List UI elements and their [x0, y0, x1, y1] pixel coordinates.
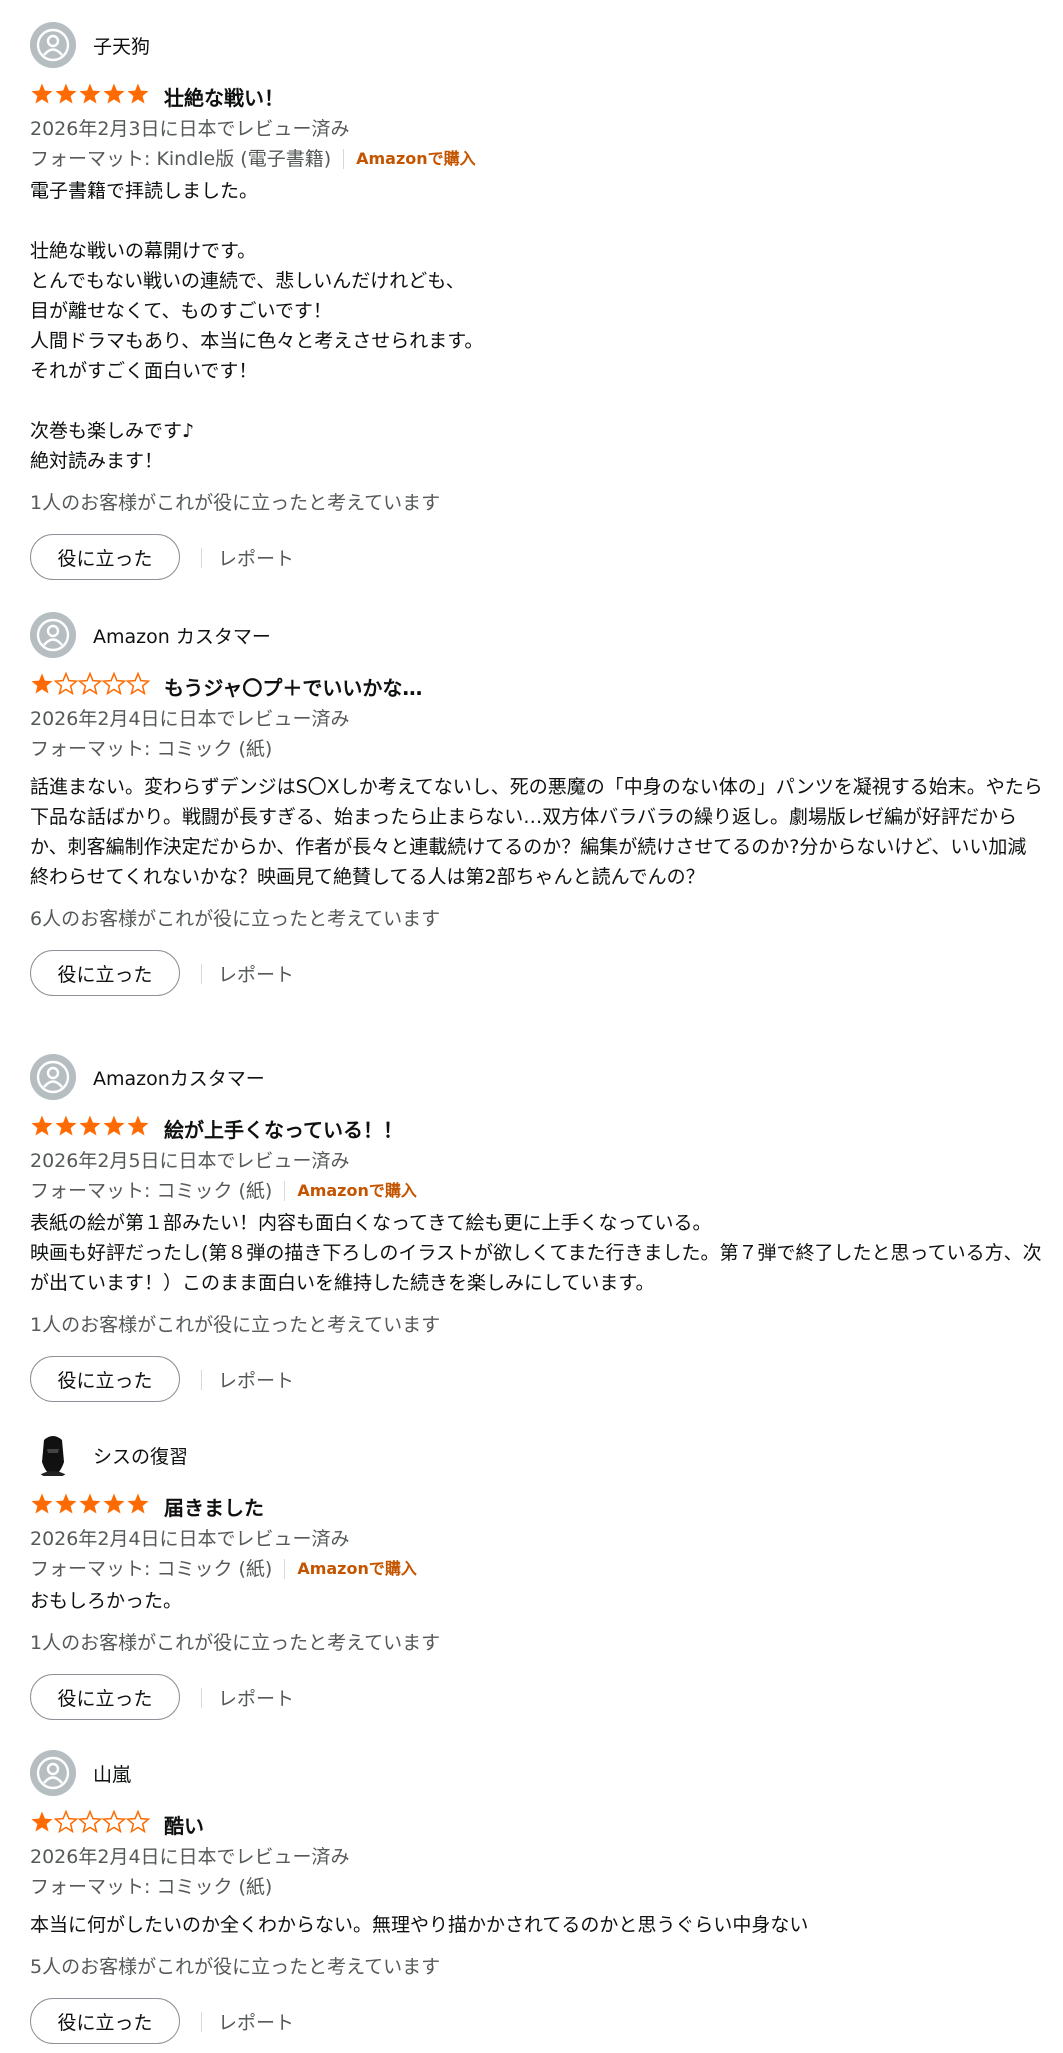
star-rating[interactable]: [30, 82, 150, 106]
reviewer-profile[interactable]: シスの復習: [30, 1432, 1045, 1484]
review-title[interactable]: 壮絶な戦い！: [164, 82, 284, 111]
review-title[interactable]: 酷い: [164, 1810, 204, 1839]
star-rating[interactable]: [30, 1114, 150, 1138]
reviewer-profile[interactable]: Amazonカスタマー: [30, 1054, 1045, 1106]
review-title[interactable]: 絵が上手くなっている！！: [164, 1114, 403, 1143]
review-title[interactable]: 届きました: [164, 1492, 264, 1521]
star-filled-icon: [31, 1115, 53, 1136]
star-empty-icon: [126, 1810, 150, 1834]
helpful-button[interactable]: 役に立った: [30, 1674, 180, 1720]
star-filled-icon: [103, 83, 125, 104]
report-link[interactable]: レポート: [218, 1366, 294, 1393]
star-filled-icon: [79, 83, 101, 104]
star-filled-icon: [103, 1115, 125, 1136]
review-format[interactable]: フォーマット: コミック (紙): [30, 1554, 272, 1584]
reviewer-profile[interactable]: 子天狗: [30, 22, 1045, 74]
star-empty-icon: [102, 1810, 126, 1834]
verified-purchase-badge: Amazonで購入: [297, 1181, 417, 1200]
review-body: 表紙の絵が第１部みたい！内容も面白くなってきて絵も更に上手くなっている。 映画も…: [30, 1212, 1042, 1294]
divider: [284, 1181, 286, 1201]
report-link[interactable]: レポート: [218, 544, 294, 571]
star-empty-icon: [126, 672, 150, 696]
custom-avatar-icon: [30, 1432, 76, 1478]
divider: [201, 1688, 202, 1708]
report-link[interactable]: レポート: [218, 1684, 294, 1711]
report-link[interactable]: レポート: [218, 2008, 294, 2035]
star-empty-icon: [102, 672, 126, 696]
review-date: 2026年2月3日に日本でレビュー済み: [30, 118, 350, 140]
review-title[interactable]: もうジャ〇プ＋でいいかな…: [164, 672, 422, 701]
default-avatar-icon: [30, 1054, 76, 1100]
star-filled-icon: [55, 83, 77, 104]
star-filled-icon: [103, 1493, 125, 1514]
review-format[interactable]: フォーマット: コミック (紙): [30, 1176, 272, 1206]
helpful-button[interactable]: 役に立った: [30, 534, 180, 580]
star-rating[interactable]: [30, 672, 150, 696]
star-empty-icon: [54, 672, 78, 696]
star-rating[interactable]: [30, 1810, 150, 1834]
review: 子天狗 壮絶な戦い！ 2026年2月3日に日本でレビュー済み フォーマット: K…: [30, 22, 1045, 584]
star-filled-icon: [127, 1115, 149, 1136]
reviewer-name[interactable]: 山嵐: [93, 1760, 131, 1787]
star-rating[interactable]: [30, 1492, 150, 1516]
star-filled-icon: [55, 1493, 77, 1514]
review-date: 2026年2月5日に日本でレビュー済み: [30, 1150, 350, 1172]
reviewer-name[interactable]: 子天狗: [93, 32, 150, 59]
divider: [201, 1370, 202, 1390]
reviewer-name[interactable]: Amazon カスタマー: [93, 622, 271, 649]
review-date: 2026年2月4日に日本でレビュー済み: [30, 708, 350, 730]
reviewer-profile[interactable]: 山嵐: [30, 1750, 1045, 1802]
review: 山嵐 酷い 2026年2月4日に日本でレビュー済み フォーマット: コミック (…: [30, 1750, 1045, 2048]
star-empty-icon: [78, 672, 102, 696]
helpful-button[interactable]: 役に立った: [30, 950, 180, 996]
review: Amazonカスタマー 絵が上手くなっている！！ 2026年2月5日に日本でレビ…: [30, 1054, 1045, 1406]
divider: [201, 548, 202, 568]
star-filled-icon: [127, 1493, 149, 1514]
report-link[interactable]: レポート: [218, 960, 294, 987]
star-empty-icon: [78, 1810, 102, 1834]
review-date: 2026年2月4日に日本でレビュー済み: [30, 1846, 350, 1868]
review-body: 話進まない。変わらずデンジはS〇Xしか考えてないし、死の悪魔の「中身のない体の」…: [30, 776, 1043, 888]
reviewer-name[interactable]: シスの復習: [93, 1442, 188, 1469]
helpful-count: 1人のお客様がこれが役に立ったと考えています: [30, 1314, 441, 1336]
star-filled-icon: [31, 1493, 53, 1514]
star-empty-icon: [54, 1810, 78, 1834]
review: シスの復習 届きました 2026年2月4日に日本でレビュー済み フォーマット: …: [30, 1432, 1045, 1724]
default-avatar-icon: [30, 612, 76, 658]
star-filled-icon: [55, 1115, 77, 1136]
star-filled-icon: [31, 673, 53, 694]
helpful-count: 5人のお客様がこれが役に立ったと考えています: [30, 1956, 441, 1978]
review-format[interactable]: フォーマット: コミック (紙): [30, 734, 272, 764]
divider: [201, 2012, 202, 2032]
helpful-count: 1人のお客様がこれが役に立ったと考えています: [30, 1632, 441, 1654]
review-body: おもしろかった。: [30, 1590, 183, 1612]
default-avatar-icon: [30, 22, 76, 68]
helpful-count: 1人のお客様がこれが役に立ったと考えています: [30, 492, 441, 514]
review-format[interactable]: フォーマット: Kindle版 (電子書籍): [30, 144, 331, 174]
default-avatar-icon: [30, 1750, 76, 1796]
review-format[interactable]: フォーマット: コミック (紙): [30, 1872, 272, 1902]
reviewer-name[interactable]: Amazonカスタマー: [93, 1064, 265, 1091]
star-filled-icon: [31, 1811, 53, 1832]
star-filled-icon: [79, 1493, 101, 1514]
review-body: 電子書籍で拝読しました。 壮絶な戦いの幕開けです。 とんでもない戦いの連続で、悲…: [30, 180, 484, 472]
divider: [201, 964, 202, 984]
star-filled-icon: [79, 1115, 101, 1136]
helpful-button[interactable]: 役に立った: [30, 1356, 180, 1402]
verified-purchase-badge: Amazonで購入: [297, 1559, 417, 1578]
helpful-button[interactable]: 役に立った: [30, 1998, 180, 2044]
review-body: 本当に何がしたいのか全くわからない。無理やり描かかされてるのかと思うぐらい中身な…: [30, 1914, 809, 1936]
divider: [343, 149, 345, 169]
review: Amazon カスタマー もうジャ〇プ＋でいいかな… 2026年2月4日に日本で…: [30, 612, 1045, 1000]
reviewer-profile[interactable]: Amazon カスタマー: [30, 612, 1045, 664]
review-date: 2026年2月4日に日本でレビュー済み: [30, 1528, 350, 1550]
verified-purchase-badge: Amazonで購入: [356, 149, 476, 168]
star-filled-icon: [31, 83, 53, 104]
helpful-count: 6人のお客様がこれが役に立ったと考えています: [30, 908, 441, 930]
divider: [284, 1559, 286, 1579]
star-filled-icon: [127, 83, 149, 104]
